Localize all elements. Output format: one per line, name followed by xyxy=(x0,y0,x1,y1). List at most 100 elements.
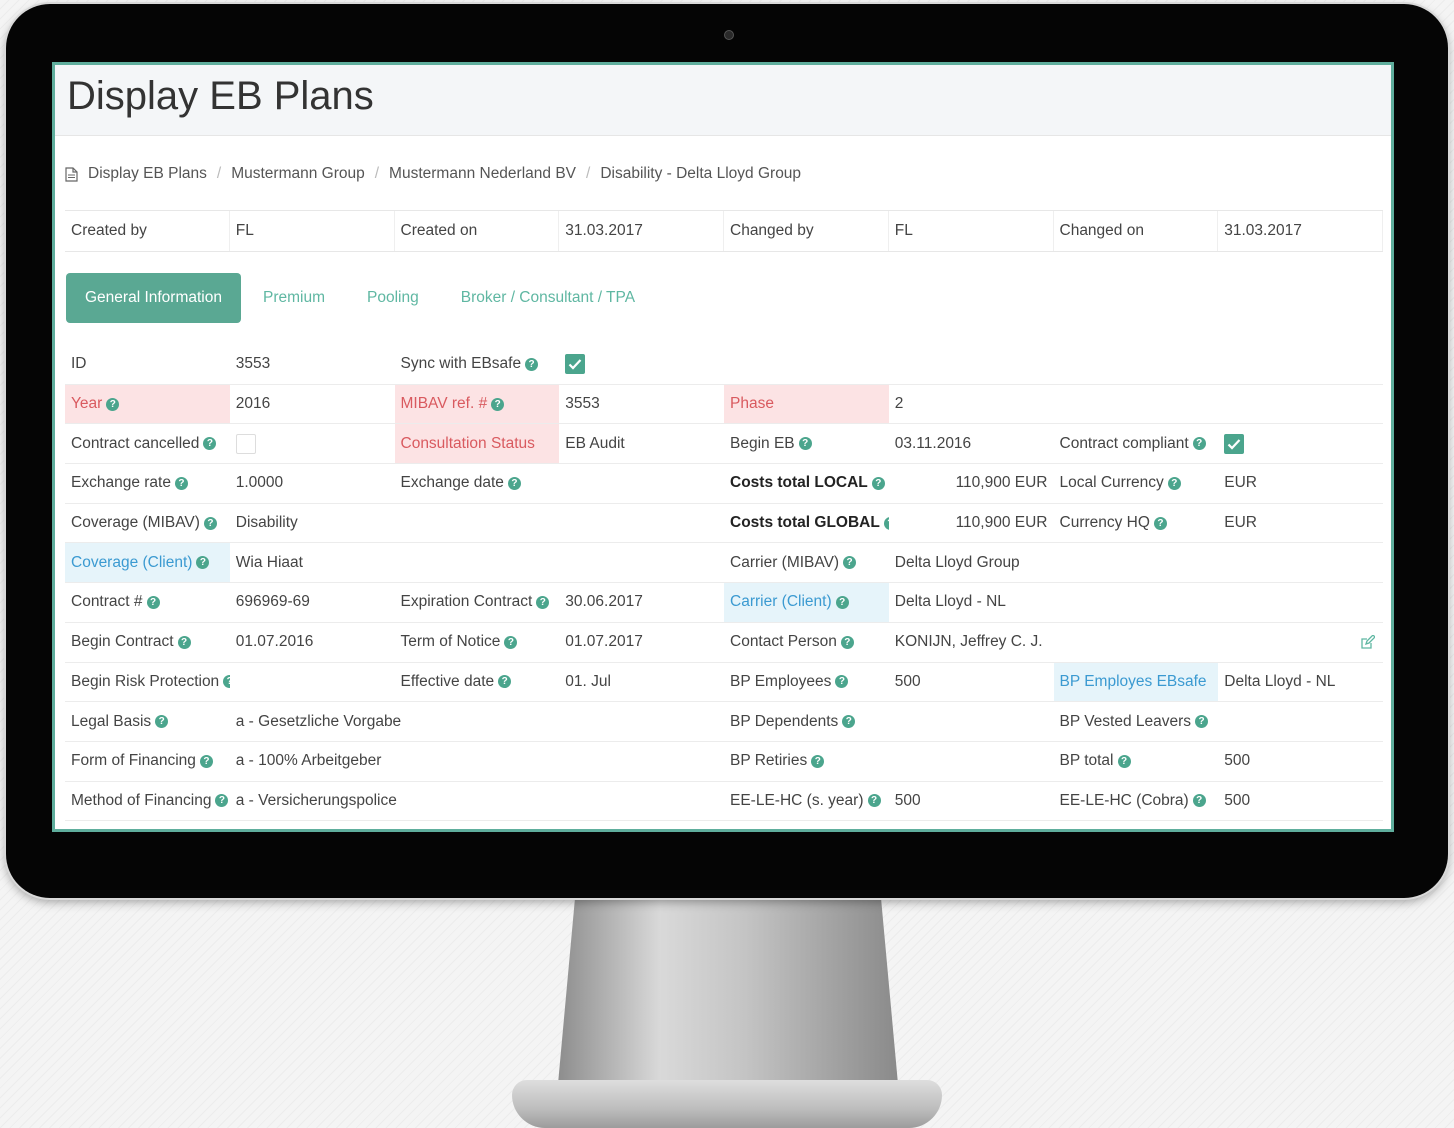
legal-basis-value: a - Gesetzliche Vorgabe xyxy=(229,702,724,742)
question-circle-icon[interactable]: ? xyxy=(1167,476,1181,490)
contract-cancelled-label: Contract cancelled? xyxy=(65,424,230,465)
coverage-client-label-text: Coverage (Client) xyxy=(71,553,193,571)
coverage-client-label[interactable]: Coverage (Client)? xyxy=(65,543,230,584)
question-circle-icon[interactable]: ? xyxy=(843,556,857,570)
question-circle-icon[interactable]: ? xyxy=(498,675,512,689)
breadcrumb-separator: / xyxy=(216,165,222,182)
question-circle-icon[interactable]: ? xyxy=(1117,754,1131,768)
local-currency-value: EUR xyxy=(1218,464,1383,504)
breadcrumb-separator: / xyxy=(374,165,380,182)
breadcrumb: Display EB Plans / Mustermann Group / Mu… xyxy=(55,148,1391,200)
question-circle-icon[interactable]: ? xyxy=(155,715,169,729)
question-circle-icon[interactable]: ? xyxy=(199,754,213,768)
question-circle-icon[interactable]: ? xyxy=(177,635,191,649)
bp-vested-leavers-label-text: BP Vested Leavers xyxy=(1059,712,1192,730)
sync-ebsafe-checkbox[interactable] xyxy=(565,354,586,375)
breadcrumb-item[interactable]: Disability - Delta Lloyd Group xyxy=(600,165,801,183)
costs-local-label: Costs total LOCAL? xyxy=(724,464,889,504)
breadcrumb-item[interactable]: Mustermann Nederland BV xyxy=(389,165,576,183)
begin-risk-protection-value xyxy=(229,663,395,703)
question-circle-icon[interactable]: ? xyxy=(811,754,825,768)
created-on-value: 31.03.2017 xyxy=(559,211,724,251)
contract-compliant-checkbox[interactable] xyxy=(1224,433,1245,454)
bp-vested-leavers-value xyxy=(1218,702,1383,742)
question-circle-icon[interactable]: ? xyxy=(203,516,217,530)
ee-le-hc-cobra-label: EE-LE-HC (Cobra)? xyxy=(1053,782,1219,822)
question-circle-icon[interactable]: ? xyxy=(491,397,505,411)
question-circle-icon[interactable]: ? xyxy=(504,635,518,649)
contract-number-label-text: Contract # xyxy=(71,593,143,611)
monitor-stand-base xyxy=(512,1080,942,1128)
bp-employes-ebsafe-value: Delta Lloyd - NL xyxy=(1218,663,1383,703)
consultation-status-label: Consultation Status xyxy=(394,424,560,465)
edit-icon[interactable] xyxy=(1360,634,1375,650)
contract-cancelled-checkbox[interactable] xyxy=(235,433,256,454)
year-value: 2016 xyxy=(229,385,395,425)
empty-cell xyxy=(1053,345,1219,385)
breadcrumb-item[interactable]: Mustermann Group xyxy=(231,165,365,183)
changed-by-value: FL xyxy=(889,211,1054,251)
question-circle-icon[interactable]: ? xyxy=(835,595,849,609)
page-header: Display EB Plans xyxy=(55,65,1391,136)
tab-bar: General Information Premium Pooling Brok… xyxy=(66,273,656,323)
question-circle-icon[interactable]: ? xyxy=(867,794,881,808)
bp-dependents-label: BP Dependents? xyxy=(724,702,889,742)
begin-contract-value: 01.07.2016 xyxy=(229,623,395,663)
tab-premium[interactable]: Premium xyxy=(242,289,346,307)
question-circle-icon[interactable]: ? xyxy=(106,397,120,411)
metadata-row: Created by FL Created on 31.03.2017 Chan… xyxy=(65,210,1383,252)
bp-employees-label-text: BP Employees xyxy=(730,672,832,690)
bp-employees-label: BP Employees? xyxy=(724,663,889,703)
effective-date-label: Effective date? xyxy=(394,663,560,703)
form-financing-label: Form of Financing? xyxy=(65,742,230,782)
method-financing-value: a - Versicherungspolice xyxy=(229,782,724,822)
begin-risk-protection-label-text: Begin Risk Protection xyxy=(71,672,220,690)
exchange-rate-label: Exchange rate? xyxy=(65,464,230,504)
exchange-date-value xyxy=(559,464,724,504)
tab-broker-consultant-tpa[interactable]: Broker / Consultant / TPA xyxy=(440,289,656,307)
method-financing-label-text: Method of Financing xyxy=(71,791,212,809)
bp-retiries-label: BP Retiries? xyxy=(724,742,889,782)
question-circle-icon[interactable]: ? xyxy=(835,675,849,689)
question-circle-icon[interactable]: ? xyxy=(1192,794,1206,808)
tab-general-information[interactable]: General Information xyxy=(66,273,241,323)
question-circle-icon[interactable]: ? xyxy=(840,635,854,649)
expiration-contract-label-text: Expiration Contract xyxy=(400,593,533,611)
breadcrumb-item[interactable]: Display EB Plans xyxy=(88,165,207,183)
created-on-label: Created on xyxy=(395,211,560,251)
question-circle-icon[interactable]: ? xyxy=(1192,437,1206,451)
costs-global-label: Costs total GLOBAL? xyxy=(724,504,889,544)
question-circle-icon[interactable]: ? xyxy=(798,437,812,451)
question-circle-icon[interactable]: ? xyxy=(536,595,550,609)
phase-label: Phase xyxy=(724,384,889,425)
tab-pooling[interactable]: Pooling xyxy=(346,289,440,307)
question-circle-icon[interactable]: ? xyxy=(1153,516,1167,530)
bp-employes-ebsafe-label[interactable]: BP Employes EBsafe xyxy=(1053,662,1219,703)
question-circle-icon[interactable]: ? xyxy=(146,595,160,609)
carrier-client-label[interactable]: Carrier (Client)? xyxy=(724,583,889,623)
exchange-date-label-text: Exchange date xyxy=(400,474,504,492)
contact-person-label-text: Contact Person xyxy=(730,633,837,651)
contact-person-label: Contact Person? xyxy=(724,623,889,663)
coverage-mibav-value: Disability xyxy=(229,504,724,544)
expiration-contract-value: 30.06.2017 xyxy=(559,583,724,623)
question-circle-icon[interactable]: ? xyxy=(1195,715,1209,729)
question-circle-icon[interactable]: ? xyxy=(196,556,210,570)
question-circle-icon[interactable]: ? xyxy=(871,476,885,490)
ee-le-hc-cobra-value: 500 xyxy=(1218,782,1383,822)
question-circle-icon[interactable]: ? xyxy=(525,357,539,371)
changed-by-label: Changed by xyxy=(724,211,889,251)
question-circle-icon[interactable]: ? xyxy=(215,794,229,808)
coverage-client-value: Wia Hiaat xyxy=(229,543,724,584)
question-circle-icon[interactable]: ? xyxy=(203,437,217,451)
form-financing-label-text: Form of Financing xyxy=(71,752,196,770)
mibav-ref-label-text: MIBAV ref. # xyxy=(400,395,488,413)
question-circle-icon[interactable]: ? xyxy=(174,476,188,490)
document-icon xyxy=(65,166,78,182)
question-circle-icon[interactable]: ? xyxy=(507,476,521,490)
method-financing-label: Method of Financing? xyxy=(65,782,230,822)
year-label: Year? xyxy=(65,384,230,425)
question-circle-icon[interactable]: ? xyxy=(842,715,856,729)
contract-number-value: 696969-69 xyxy=(229,583,395,623)
carrier-client-value: Delta Lloyd - NL xyxy=(888,583,1383,623)
